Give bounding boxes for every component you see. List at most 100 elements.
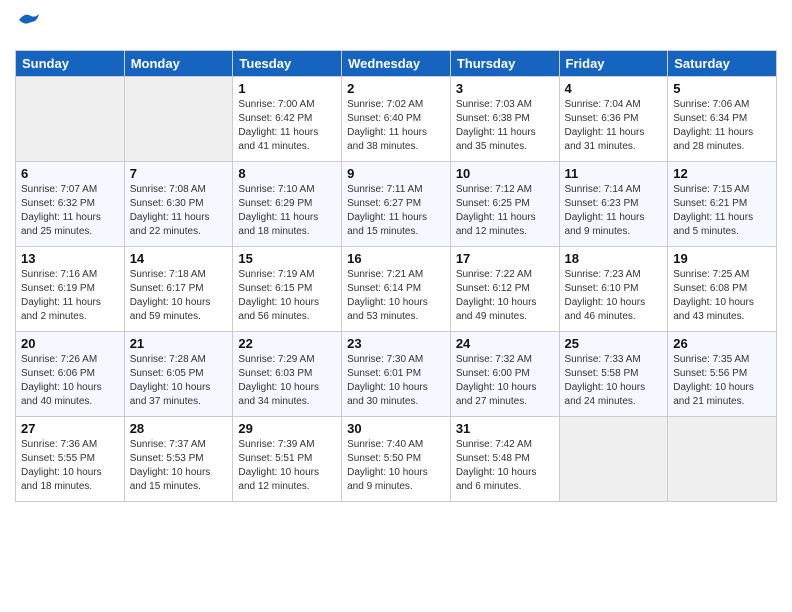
- calendar-cell: 16 Sunrise: 7:21 AM Sunset: 6:14 PM Dayli…: [342, 247, 451, 332]
- calendar-cell: [16, 77, 125, 162]
- day-info: Sunrise: 7:02 AM Sunset: 6:40 PM Dayligh…: [347, 98, 445, 154]
- calendar-cell: 17 Sunrise: 7:22 AM Sunset: 6:12 PM Dayli…: [450, 247, 559, 332]
- calendar-cell: 10Sunrise: 7:12 AM Sunset: 6:25 PM Dayli…: [450, 162, 559, 247]
- day-number: 28: [130, 421, 228, 436]
- day-number: 26: [673, 336, 771, 351]
- calendar-cell: 2 Sunrise: 7:02 AM Sunset: 6:40 PM Daylig…: [342, 77, 451, 162]
- calendar-week-1: 1 Sunrise: 7:00 AM Sunset: 6:42 PM Daylig…: [16, 77, 777, 162]
- calendar-cell: 28Sunrise: 7:37 AM Sunset: 5:53 PM Dayli…: [124, 417, 233, 502]
- calendar-cell: 31Sunrise: 7:42 AM Sunset: 5:48 PM Dayli…: [450, 417, 559, 502]
- calendar-cell: [124, 77, 233, 162]
- calendar-week-5: 27 Sunrise: 7:36 AM Sunset: 5:55 PM Dayli…: [16, 417, 777, 502]
- day-info: Sunrise: 7:04 AM Sunset: 6:36 PM Dayligh…: [565, 98, 663, 154]
- calendar-cell: 4 Sunrise: 7:04 AM Sunset: 6:36 PM Daylig…: [559, 77, 668, 162]
- calendar-cell: 22 Sunrise: 7:29 AM Sunset: 6:03 PM Dayli…: [233, 332, 342, 417]
- header-tuesday: Tuesday: [233, 51, 342, 77]
- day-number: 6: [21, 166, 119, 181]
- day-number: 22: [238, 336, 336, 351]
- day-number: 18: [565, 251, 663, 266]
- header-saturday: Saturday: [668, 51, 777, 77]
- day-info: Sunrise: 7:00 AM Sunset: 6:42 PM Dayligh…: [238, 98, 336, 154]
- page-header: [15, 15, 777, 40]
- day-number: 31: [456, 421, 554, 436]
- day-info: Sunrise: 7:10 AM Sunset: 6:29 PM Dayligh…: [238, 183, 336, 239]
- day-info: Sunrise: 7:32 AM Sunset: 6:00 PM Dayligh…: [456, 353, 554, 409]
- day-number: 29: [238, 421, 336, 436]
- day-info: Sunrise: 7:18 AM Sunset: 6:17 PM Dayligh…: [130, 268, 228, 324]
- calendar-cell: 23 Sunrise: 7:30 AM Sunset: 6:01 PM Dayli…: [342, 332, 451, 417]
- day-info: Sunrise: 7:40 AM Sunset: 5:50 PM Dayligh…: [347, 438, 445, 494]
- day-info: Sunrise: 7:12 AM Sunset: 6:25 PM Dayligh…: [456, 183, 554, 239]
- calendar-cell: 19 Sunrise: 7:25 AM Sunset: 6:08 PM Dayli…: [668, 247, 777, 332]
- calendar-week-3: 13Sunrise: 7:16 AM Sunset: 6:19 PM Dayli…: [16, 247, 777, 332]
- calendar-cell: [559, 417, 668, 502]
- day-number: 24: [456, 336, 554, 351]
- calendar-cell: 15 Sunrise: 7:19 AM Sunset: 6:15 PM Dayli…: [233, 247, 342, 332]
- day-number: 30: [347, 421, 445, 436]
- day-number: 17: [456, 251, 554, 266]
- day-number: 15: [238, 251, 336, 266]
- day-number: 4: [565, 81, 663, 96]
- header-friday: Friday: [559, 51, 668, 77]
- calendar-cell: 13Sunrise: 7:16 AM Sunset: 6:19 PM Dayli…: [16, 247, 125, 332]
- logo: [15, 15, 39, 40]
- calendar-cell: 27 Sunrise: 7:36 AM Sunset: 5:55 PM Dayli…: [16, 417, 125, 502]
- day-number: 1: [238, 81, 336, 96]
- day-number: 3: [456, 81, 554, 96]
- calendar-cell: 1 Sunrise: 7:00 AM Sunset: 6:42 PM Daylig…: [233, 77, 342, 162]
- day-info: Sunrise: 7:26 AM Sunset: 6:06 PM Dayligh…: [21, 353, 119, 409]
- header-monday: Monday: [124, 51, 233, 77]
- day-info: Sunrise: 7:06 AM Sunset: 6:34 PM Dayligh…: [673, 98, 771, 154]
- calendar-cell: 12Sunrise: 7:15 AM Sunset: 6:21 PM Dayli…: [668, 162, 777, 247]
- day-number: 14: [130, 251, 228, 266]
- day-number: 25: [565, 336, 663, 351]
- calendar-cell: 14 Sunrise: 7:18 AM Sunset: 6:17 PM Dayli…: [124, 247, 233, 332]
- day-info: Sunrise: 7:11 AM Sunset: 6:27 PM Dayligh…: [347, 183, 445, 239]
- calendar-cell: 30 Sunrise: 7:40 AM Sunset: 5:50 PM Dayli…: [342, 417, 451, 502]
- calendar-week-4: 20 Sunrise: 7:26 AM Sunset: 6:06 PM Dayli…: [16, 332, 777, 417]
- calendar-table: SundayMondayTuesdayWednesdayThursdayFrid…: [15, 50, 777, 502]
- day-info: Sunrise: 7:39 AM Sunset: 5:51 PM Dayligh…: [238, 438, 336, 494]
- day-number: 21: [130, 336, 228, 351]
- header-sunday: Sunday: [16, 51, 125, 77]
- calendar-cell: 26Sunrise: 7:35 AM Sunset: 5:56 PM Dayli…: [668, 332, 777, 417]
- day-info: Sunrise: 7:14 AM Sunset: 6:23 PM Dayligh…: [565, 183, 663, 239]
- day-number: 11: [565, 166, 663, 181]
- day-number: 27: [21, 421, 119, 436]
- day-info: Sunrise: 7:25 AM Sunset: 6:08 PM Dayligh…: [673, 268, 771, 324]
- day-number: 20: [21, 336, 119, 351]
- day-number: 7: [130, 166, 228, 181]
- calendar-cell: 24 Sunrise: 7:32 AM Sunset: 6:00 PM Dayli…: [450, 332, 559, 417]
- day-info: Sunrise: 7:22 AM Sunset: 6:12 PM Dayligh…: [456, 268, 554, 324]
- header-wednesday: Wednesday: [342, 51, 451, 77]
- day-info: Sunrise: 7:21 AM Sunset: 6:14 PM Dayligh…: [347, 268, 445, 324]
- calendar-header-row: SundayMondayTuesdayWednesdayThursdayFrid…: [16, 51, 777, 77]
- day-info: Sunrise: 7:03 AM Sunset: 6:38 PM Dayligh…: [456, 98, 554, 154]
- calendar-cell: 25 Sunrise: 7:33 AM Sunset: 5:58 PM Dayli…: [559, 332, 668, 417]
- day-info: Sunrise: 7:28 AM Sunset: 6:05 PM Dayligh…: [130, 353, 228, 409]
- calendar-cell: [668, 417, 777, 502]
- day-info: Sunrise: 7:08 AM Sunset: 6:30 PM Dayligh…: [130, 183, 228, 239]
- calendar-cell: 29 Sunrise: 7:39 AM Sunset: 5:51 PM Dayli…: [233, 417, 342, 502]
- calendar-cell: 7 Sunrise: 7:08 AM Sunset: 6:30 PM Daylig…: [124, 162, 233, 247]
- calendar-cell: 11 Sunrise: 7:14 AM Sunset: 6:23 PM Dayli…: [559, 162, 668, 247]
- calendar-cell: 6 Sunrise: 7:07 AM Sunset: 6:32 PM Daylig…: [16, 162, 125, 247]
- logo-bird-icon: [17, 12, 39, 28]
- calendar-cell: 3 Sunrise: 7:03 AM Sunset: 6:38 PM Daylig…: [450, 77, 559, 162]
- day-info: Sunrise: 7:29 AM Sunset: 6:03 PM Dayligh…: [238, 353, 336, 409]
- day-info: Sunrise: 7:07 AM Sunset: 6:32 PM Dayligh…: [21, 183, 119, 239]
- day-info: Sunrise: 7:19 AM Sunset: 6:15 PM Dayligh…: [238, 268, 336, 324]
- calendar-week-2: 6 Sunrise: 7:07 AM Sunset: 6:32 PM Daylig…: [16, 162, 777, 247]
- calendar-cell: 20 Sunrise: 7:26 AM Sunset: 6:06 PM Dayli…: [16, 332, 125, 417]
- day-number: 13: [21, 251, 119, 266]
- day-number: 23: [347, 336, 445, 351]
- day-info: Sunrise: 7:36 AM Sunset: 5:55 PM Dayligh…: [21, 438, 119, 494]
- header-thursday: Thursday: [450, 51, 559, 77]
- day-number: 16: [347, 251, 445, 266]
- day-number: 2: [347, 81, 445, 96]
- calendar-cell: 5Sunrise: 7:06 AM Sunset: 6:34 PM Daylig…: [668, 77, 777, 162]
- day-info: Sunrise: 7:23 AM Sunset: 6:10 PM Dayligh…: [565, 268, 663, 324]
- day-number: 19: [673, 251, 771, 266]
- day-info: Sunrise: 7:30 AM Sunset: 6:01 PM Dayligh…: [347, 353, 445, 409]
- day-info: Sunrise: 7:33 AM Sunset: 5:58 PM Dayligh…: [565, 353, 663, 409]
